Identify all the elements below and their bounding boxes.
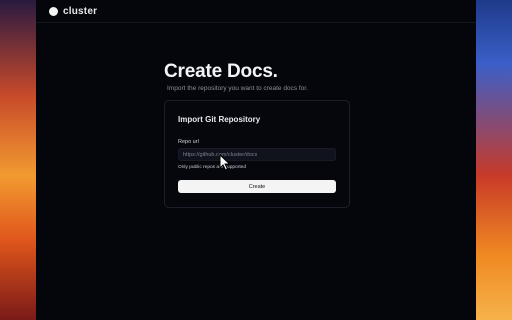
create-button[interactable]: Create xyxy=(178,180,336,193)
repo-url-input[interactable] xyxy=(178,148,336,161)
top-navbar: cluster xyxy=(36,0,476,23)
page-subtitle: Import the repository you want to create… xyxy=(167,85,308,92)
import-repo-card: Import Git Repository Repo url Only publ… xyxy=(164,100,350,208)
repo-hint-text: Only public repos are supported xyxy=(178,165,246,170)
card-title: Import Git Repository xyxy=(178,115,261,124)
brand-name[interactable]: cluster xyxy=(63,6,97,17)
app-window: cluster Create Docs. Import the reposito… xyxy=(36,0,476,320)
repo-url-label: Repo url xyxy=(178,139,199,145)
mouse-pointer-icon xyxy=(219,154,231,171)
desktop-wallpaper-left xyxy=(0,0,40,320)
page-title: Create Docs. xyxy=(164,61,278,82)
logo-circle-icon[interactable] xyxy=(49,6,58,16)
desktop-wallpaper-right xyxy=(472,0,512,320)
